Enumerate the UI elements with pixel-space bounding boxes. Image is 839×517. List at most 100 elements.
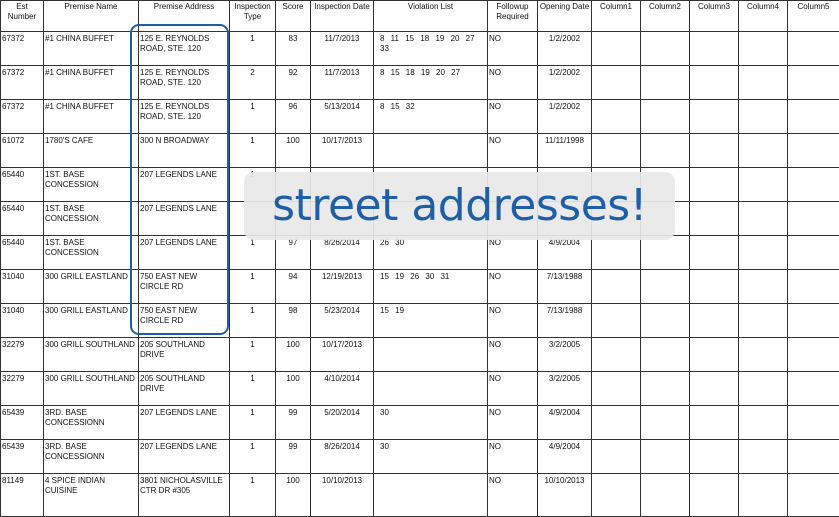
cell-followup-required: NO	[488, 134, 538, 168]
cell-est-number: 65439	[1, 440, 44, 474]
cell-column2	[641, 270, 690, 304]
cell-column1	[592, 304, 641, 338]
cell-est-number: 81149	[1, 474, 44, 517]
table-row: 67372#1 CHINA BUFFET125 E. REYNOLDS ROAD…	[1, 100, 839, 134]
header-followup-required: Followup Required	[488, 1, 538, 32]
cell-column3	[690, 270, 739, 304]
cell-column4	[739, 66, 788, 100]
header-violation-list: Violation List	[374, 1, 488, 32]
cell-column4	[739, 32, 788, 66]
cell-inspection-type: 1	[230, 100, 276, 134]
cell-inspection-type: 1	[230, 304, 276, 338]
cell-violation-list: 30	[374, 440, 488, 474]
cell-inspection-date: 5/13/2014	[311, 100, 374, 134]
cell-column5	[788, 100, 839, 134]
cell-column5	[788, 202, 839, 236]
cell-followup-required: NO	[488, 236, 538, 270]
cell-column3	[690, 372, 739, 406]
cell-column4	[739, 236, 788, 270]
cell-column3	[690, 236, 739, 270]
cell-column2	[641, 406, 690, 440]
header-column4: Column4	[739, 1, 788, 32]
cell-inspection-date: 8/26/2014	[311, 440, 374, 474]
cell-opening-date: 7/13/1988	[538, 270, 592, 304]
cell-violation-list	[374, 372, 488, 406]
header-column3: Column3	[690, 1, 739, 32]
cell-inspection-type: 2	[230, 66, 276, 100]
cell-premise-address: 207 LEGENDS LANE	[139, 406, 230, 440]
cell-inspection-type: 1	[230, 236, 276, 270]
cell-column3	[690, 100, 739, 134]
cell-column3	[690, 32, 739, 66]
cell-premise-address: 207 LEGENDS LANE	[139, 440, 230, 474]
cell-column4	[739, 372, 788, 406]
cell-column2	[641, 474, 690, 517]
cell-column3	[690, 304, 739, 338]
cell-score: 100	[276, 338, 311, 372]
cell-premise-name: 3RD. BASE CONCESSIONN	[44, 406, 139, 440]
header-inspection-type: Inspection Type	[230, 1, 276, 32]
cell-score: 83	[276, 32, 311, 66]
cell-column1	[592, 474, 641, 517]
cell-column4	[739, 406, 788, 440]
cell-inspection-type: 1	[230, 406, 276, 440]
cell-column1	[592, 32, 641, 66]
cell-est-number: 67372	[1, 32, 44, 66]
header-column2: Column2	[641, 1, 690, 32]
table-row: 31040300 GRILL EASTLAND750 EAST NEW CIRC…	[1, 304, 839, 338]
cell-violation-list	[374, 338, 488, 372]
table-row: 654393RD. BASE CONCESSIONN207 LEGENDS LA…	[1, 406, 839, 440]
cell-premise-name: 1780'S CAFE	[44, 134, 139, 168]
cell-inspection-date: 11/7/2013	[311, 32, 374, 66]
cell-est-number: 65439	[1, 406, 44, 440]
cell-followup-required: NO	[488, 338, 538, 372]
cell-column2	[641, 32, 690, 66]
cell-column2	[641, 236, 690, 270]
cell-column4	[739, 202, 788, 236]
cell-column2	[641, 66, 690, 100]
header-score: Score	[276, 1, 311, 32]
cell-est-number: 65440	[1, 202, 44, 236]
cell-violation-list: 8 11 15 18 19 20 27 33	[374, 32, 488, 66]
cell-premise-name: #1 CHINA BUFFET	[44, 100, 139, 134]
table-row: 32279300 GRILL SOUTHLAND205 SOUTHLAND DR…	[1, 372, 839, 406]
callout-banner: street addresses!	[244, 172, 675, 240]
cell-premise-address: 205 SOUTHLAND DRIVE	[139, 338, 230, 372]
cell-est-number: 65440	[1, 168, 44, 202]
cell-inspection-date: 5/23/2014	[311, 304, 374, 338]
cell-premise-address: 3801 NICHOLASVILLE CTR DR #305	[139, 474, 230, 517]
cell-inspection-type: 1	[230, 338, 276, 372]
cell-opening-date: 4/9/2004	[538, 440, 592, 474]
cell-followup-required: NO	[488, 66, 538, 100]
cell-est-number: 32279	[1, 372, 44, 406]
cell-inspection-date: 10/10/2013	[311, 474, 374, 517]
cell-premise-name: 300 GRILL SOUTHLAND	[44, 372, 139, 406]
cell-column5	[788, 372, 839, 406]
cell-est-number: 61072	[1, 134, 44, 168]
cell-column3	[690, 66, 739, 100]
table-row: 67372#1 CHINA BUFFET125 E. REYNOLDS ROAD…	[1, 66, 839, 100]
cell-est-number: 31040	[1, 270, 44, 304]
cell-inspection-type: 1	[230, 32, 276, 66]
cell-column3	[690, 406, 739, 440]
cell-followup-required: NO	[488, 100, 538, 134]
cell-column4	[739, 338, 788, 372]
cell-column1	[592, 236, 641, 270]
cell-column1	[592, 372, 641, 406]
cell-score: 99	[276, 440, 311, 474]
cell-inspection-date: 5/20/2014	[311, 406, 374, 440]
cell-premise-name: 1ST. BASE CONCESSION	[44, 236, 139, 270]
cell-column5	[788, 168, 839, 202]
cell-column4	[739, 440, 788, 474]
cell-followup-required: NO	[488, 304, 538, 338]
cell-followup-required: NO	[488, 32, 538, 66]
cell-score: 94	[276, 270, 311, 304]
cell-premise-name: 1ST. BASE CONCESSION	[44, 202, 139, 236]
cell-column4	[739, 134, 788, 168]
cell-premise-name: 300 GRILL EASTLAND	[44, 304, 139, 338]
cell-column4	[739, 474, 788, 517]
cell-column1	[592, 66, 641, 100]
cell-premise-name: 300 GRILL SOUTHLAND	[44, 338, 139, 372]
cell-est-number: 32279	[1, 338, 44, 372]
header-column5: Column5	[788, 1, 839, 32]
